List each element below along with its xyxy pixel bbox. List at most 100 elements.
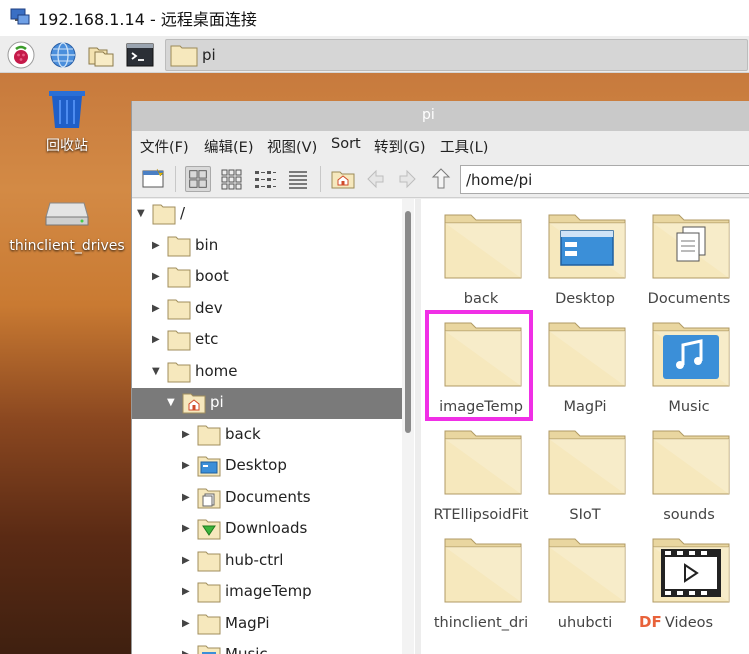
taskbar-window-button[interactable]: pi bbox=[165, 39, 748, 71]
tree-item[interactable]: ▼ pi bbox=[132, 388, 402, 419]
expand-arrow-icon[interactable]: ▶ bbox=[152, 240, 162, 252]
back-arrow-icon[interactable] bbox=[362, 166, 388, 192]
home-icon[interactable] bbox=[330, 166, 356, 192]
menu-file[interactable]: 文件(F) bbox=[140, 136, 189, 157]
expand-arrow-icon[interactable]: ▶ bbox=[152, 334, 162, 346]
menu-view[interactable]: 视图(V) bbox=[267, 136, 317, 157]
expand-arrow-icon[interactable]: ▶ bbox=[182, 523, 192, 535]
expand-arrow-icon[interactable]: ▶ bbox=[182, 618, 192, 630]
folder-icon bbox=[167, 266, 191, 288]
trash-icon bbox=[49, 91, 85, 128]
file-item[interactable]: thinclient_dri bbox=[429, 525, 533, 633]
collapse-arrow-icon[interactable]: ▼ bbox=[152, 366, 162, 378]
desktop-item-trash[interactable]: 回收站 bbox=[2, 89, 132, 155]
tree-item-label: pi bbox=[210, 393, 224, 411]
tree-item-label: MagPi bbox=[225, 613, 270, 632]
file-item[interactable]: sounds bbox=[637, 417, 741, 525]
raspberry-menu-icon[interactable] bbox=[6, 40, 36, 70]
expand-arrow-icon[interactable]: ▶ bbox=[182, 555, 192, 567]
menu-sort[interactable]: Sort bbox=[331, 136, 361, 152]
path-input[interactable] bbox=[460, 165, 749, 194]
file-item[interactable]: back bbox=[429, 201, 533, 309]
file-item-label: MagPi bbox=[563, 399, 607, 415]
expand-arrow-icon[interactable]: ▶ bbox=[182, 586, 192, 598]
tree-item-label: / bbox=[180, 204, 186, 222]
web-browser-icon[interactable] bbox=[48, 40, 78, 70]
tree-scrollbar[interactable] bbox=[402, 199, 414, 654]
tree-item[interactable]: ▶ Documents bbox=[132, 483, 402, 514]
folder-icon bbox=[197, 613, 221, 635]
tree-item[interactable]: ▶ Downloads bbox=[132, 514, 402, 545]
folder-icon bbox=[167, 329, 191, 351]
folder-icon bbox=[197, 644, 221, 654]
file-item[interactable]: Music bbox=[637, 309, 741, 417]
tree-item-label: Desktop bbox=[225, 456, 287, 474]
tree-item[interactable]: ▶ imageTemp bbox=[132, 577, 402, 608]
scrollbar-thumb[interactable] bbox=[405, 211, 411, 433]
file-item[interactable]: MagPi bbox=[533, 309, 637, 417]
icon-view-icon[interactable] bbox=[185, 166, 211, 192]
thumbnail-view-icon[interactable] bbox=[219, 166, 245, 192]
file-item-label: Documents bbox=[647, 291, 731, 307]
terminal-icon[interactable] bbox=[125, 40, 155, 70]
new-window-icon[interactable] bbox=[140, 166, 166, 192]
file-item-label: back bbox=[463, 291, 499, 307]
tree-item-label: home bbox=[195, 361, 238, 380]
file-icon-view: back Desktop Documents imageTemp MagPi M… bbox=[421, 199, 749, 654]
window-titlebar[interactable]: pi bbox=[132, 101, 749, 131]
folder-icon bbox=[197, 455, 221, 477]
folder-icon bbox=[547, 319, 627, 389]
tree-item[interactable]: ▶ etc bbox=[132, 325, 402, 356]
file-manager-icon[interactable] bbox=[86, 40, 116, 70]
file-item[interactable]: Documents bbox=[637, 201, 741, 309]
desktop-item-drives[interactable]: thinclient_drives bbox=[2, 197, 132, 254]
window-title: pi bbox=[422, 107, 435, 123]
tree-item-label: Music bbox=[225, 645, 268, 654]
folder-icon bbox=[197, 424, 221, 446]
menu-go[interactable]: 转到(G) bbox=[374, 136, 426, 157]
tree-item[interactable]: ▶ boot bbox=[132, 262, 402, 293]
tree-item[interactable]: ▶ dev bbox=[132, 294, 402, 325]
tree-item[interactable]: ▼ / bbox=[132, 199, 402, 230]
folder-icon bbox=[197, 518, 221, 540]
expand-arrow-icon[interactable]: ▶ bbox=[182, 492, 192, 504]
desktop-item-label: thinclient_drives bbox=[9, 238, 125, 254]
expand-arrow-icon[interactable]: ▶ bbox=[182, 460, 192, 472]
tree-item[interactable]: ▶ back bbox=[132, 420, 402, 451]
folder-icon bbox=[651, 211, 731, 281]
tree-item[interactable]: ▼ home bbox=[132, 357, 402, 388]
expand-arrow-icon[interactable]: ▶ bbox=[182, 649, 192, 654]
expand-arrow-icon[interactable]: ▶ bbox=[152, 271, 162, 283]
collapse-arrow-icon[interactable]: ▼ bbox=[167, 397, 177, 409]
compact-view-icon[interactable] bbox=[252, 166, 278, 192]
list-view-icon[interactable] bbox=[285, 166, 311, 192]
tree-item-label: hub-ctrl bbox=[225, 550, 284, 569]
tree-item-label: imageTemp bbox=[225, 582, 312, 600]
folder-icon bbox=[167, 235, 191, 257]
file-item[interactable]: RTEllipsoidFit bbox=[429, 417, 533, 525]
menu-tools[interactable]: 工具(L) bbox=[440, 136, 488, 157]
tree-item[interactable]: ▶ MagPi bbox=[132, 609, 402, 640]
forward-arrow-icon[interactable] bbox=[395, 166, 421, 192]
expand-arrow-icon[interactable]: ▶ bbox=[152, 303, 162, 315]
tree-item[interactable]: ▶ Desktop bbox=[132, 451, 402, 482]
taskbar-window-label: pi bbox=[202, 46, 216, 64]
tree-item[interactable]: ▶ Music bbox=[132, 640, 402, 654]
expand-arrow-icon[interactable]: ▶ bbox=[182, 429, 192, 441]
file-manager-window: pi 文件(F) 编辑(E) 视图(V) Sort 转到(G) 工具(L) /h… bbox=[131, 101, 749, 654]
toolbar bbox=[132, 161, 749, 198]
file-item[interactable]: SIoT bbox=[533, 417, 637, 525]
highlight-annotation bbox=[425, 310, 533, 421]
file-item[interactable]: uhubcti bbox=[533, 525, 637, 633]
tree-item[interactable]: ▶ hub-ctrl bbox=[132, 546, 402, 577]
menu-edit[interactable]: 编辑(E) bbox=[204, 136, 253, 157]
up-arrow-icon[interactable] bbox=[428, 166, 454, 192]
tree-item[interactable]: ▶ bin bbox=[132, 231, 402, 262]
desktop-item-label: 回收站 bbox=[46, 138, 88, 154]
folder-icon bbox=[197, 550, 221, 572]
remote-desktop-icon bbox=[10, 8, 30, 25]
collapse-arrow-icon[interactable]: ▼ bbox=[137, 208, 147, 220]
file-item[interactable]: Desktop bbox=[533, 201, 637, 309]
folder-icon bbox=[197, 487, 221, 509]
toolbar-divider bbox=[175, 166, 176, 192]
